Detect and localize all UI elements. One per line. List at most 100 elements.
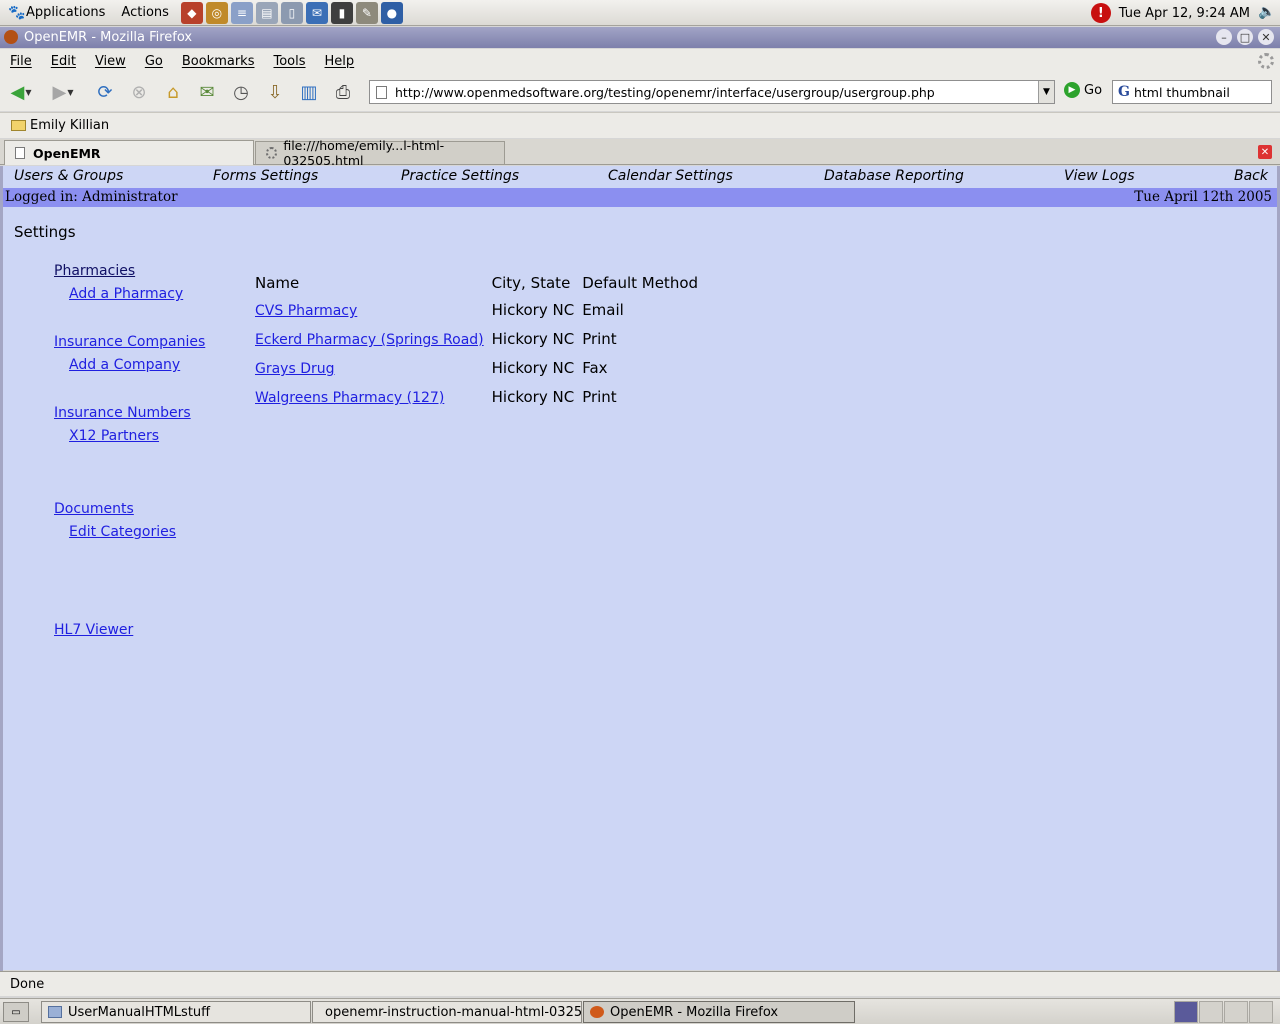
forward-history-dropdown-icon[interactable]: ▼ (67, 88, 73, 97)
history-button[interactable]: ◷ (228, 79, 254, 105)
minimize-icon[interactable]: – (1216, 29, 1232, 45)
pharmacy-link[interactable]: Eckerd Pharmacy (Springs Road) (255, 332, 484, 348)
nav-view-logs[interactable]: View Logs (1064, 168, 1135, 184)
sidebar-link-insurance-numbers[interactable]: Insurance Numbers (54, 405, 191, 421)
workspace-3[interactable] (1224, 1001, 1248, 1023)
menu-view[interactable]: View (95, 54, 126, 69)
table-row: Walgreens Pharmacy (127) Hickory NC Prin… (253, 383, 704, 412)
throbber-icon (1258, 53, 1274, 69)
menu-bookmarks[interactable]: Bookmarks (182, 54, 255, 69)
column-header-city-state: City, State (491, 274, 571, 292)
sidebar-link-insurance-companies[interactable]: Insurance Companies (54, 334, 205, 350)
url-bar[interactable]: ▼ (369, 80, 1055, 104)
impress-launcher-icon[interactable]: ▤ (255, 1, 278, 24)
applications-menu[interactable]: 🐾 Applications (0, 0, 113, 26)
table-row: Grays Drug Hickory NC Fax (253, 354, 704, 383)
go-label: Go (1084, 82, 1103, 98)
menu-file[interactable]: File (10, 54, 32, 69)
url-history-dropdown-icon[interactable]: ▼ (1038, 81, 1054, 103)
window-titlebar[interactable]: OpenEMR - Mozilla Firefox – □ ✕ (0, 27, 1280, 48)
go-arrow-icon: ▶ (1064, 82, 1080, 98)
firefox-launcher-icon[interactable]: ● (380, 1, 403, 24)
nav-users-groups[interactable]: Users & Groups (14, 168, 123, 184)
maximize-icon[interactable]: □ (1237, 29, 1253, 45)
home-icon: ⌂ (167, 81, 179, 103)
taskbar-item-firefox[interactable]: OpenEMR - Mozilla Firefox (583, 1001, 855, 1023)
tab-manual-file[interactable]: file:///home/emily...l-html-032505.html (255, 138, 505, 168)
window-title: OpenEMR - Mozilla Firefox (24, 30, 193, 45)
home-button[interactable]: ⌂ (160, 79, 186, 105)
pharmacy-link[interactable]: Walgreens Pharmacy (127) (255, 390, 444, 406)
menu-help[interactable]: Help (325, 54, 355, 69)
bookmark-folder-emily-killian[interactable]: Emily Killian (30, 118, 109, 133)
update-alert-icon[interactable]: ! (1090, 3, 1111, 23)
compass-launcher-icon[interactable]: ◎ (205, 1, 228, 24)
panel-tray: ! Tue Apr 12, 9:24 AM 🔈 (1090, 0, 1275, 26)
taskbar-item-writer[interactable]: openemr-instruction-manual-html-032505.h (312, 1001, 582, 1023)
current-date: Tue April 12th 2005 (1134, 189, 1272, 205)
workspace-4[interactable] (1249, 1001, 1273, 1023)
tab-openemr[interactable]: OpenEMR (4, 140, 254, 165)
sidebar-link-documents[interactable]: Documents (54, 501, 134, 517)
sidebar-link-edit-categories[interactable]: Edit Categories (69, 524, 176, 540)
pinball-launcher-icon[interactable]: ◆ (180, 1, 203, 24)
thunderbird-launcher-icon[interactable]: ✉ (305, 1, 328, 24)
table-cell: Print (582, 330, 617, 348)
table-cell: CVS Pharmacy (253, 296, 490, 325)
menu-edit[interactable]: Edit (51, 54, 76, 69)
actions-menu[interactable]: Actions (113, 0, 177, 26)
table-cell: Email (582, 301, 624, 319)
close-tab-icon[interactable]: ✕ (1258, 145, 1272, 159)
show-desktop-button[interactable]: ▭ (3, 1002, 29, 1022)
downloads-icon: ⇩ (267, 81, 283, 103)
google-search-icon[interactable]: G (1118, 84, 1130, 100)
back-history-dropdown-icon[interactable]: ▼ (25, 88, 31, 97)
loading-icon (266, 147, 278, 159)
nav-database-reporting[interactable]: Database Reporting (824, 168, 964, 184)
workspace-1[interactable] (1174, 1001, 1198, 1023)
table-header-row: Name City, State Default Method (253, 274, 704, 296)
back-button[interactable]: ◀ ▼ (8, 79, 34, 105)
gimp-launcher-icon[interactable]: ✎ (355, 1, 378, 24)
forward-button[interactable]: ▶ ▼ (50, 79, 76, 105)
menu-tools[interactable]: Tools (273, 54, 305, 69)
workspace-2[interactable] (1199, 1001, 1223, 1023)
search-box[interactable]: G (1112, 80, 1272, 104)
go-button[interactable]: ▶ Go (1064, 82, 1102, 98)
sidebar-link-add-company[interactable]: Add a Company (69, 357, 180, 373)
downloads-button[interactable]: ⇩ (262, 79, 288, 105)
close-window-icon[interactable]: ✕ (1258, 29, 1274, 45)
stop-button[interactable]: ⊗ (126, 79, 152, 105)
writer-launcher-icon[interactable]: ≡ (230, 1, 253, 24)
gnome-top-panel: 🐾 Applications Actions ◆ ◎ ≡ ▤ ▯ ✉ ▮ ✎ ●… (0, 0, 1280, 26)
bookmarks-button[interactable]: ▥ (296, 79, 322, 105)
nav-forms-settings[interactable]: Forms Settings (213, 168, 318, 184)
print-button[interactable]: ⎙ (330, 79, 356, 105)
document-launcher-icon[interactable]: ▯ (280, 1, 303, 24)
volume-icon[interactable]: 🔈 (1258, 4, 1275, 22)
sidebar-link-hl7-viewer[interactable]: HL7 Viewer (54, 622, 133, 638)
back-arrow-icon: ◀ (10, 81, 25, 103)
search-input[interactable] (1133, 84, 1262, 100)
panel-clock[interactable]: Tue Apr 12, 9:24 AM (1119, 6, 1250, 21)
reload-button[interactable]: ⟳ (92, 79, 118, 105)
new-mail-button[interactable]: ✉ (194, 79, 220, 105)
nav-practice-settings[interactable]: Practice Settings (401, 168, 519, 184)
table-cell: Hickory NC (491, 330, 575, 348)
gnome-bottom-panel: ▭ UserManualHTMLstuff openemr-instructio… (0, 998, 1280, 1024)
pharmacy-link[interactable]: CVS Pharmacy (255, 303, 357, 319)
tab-bar: OpenEMR file:///home/emily...l-html-0325… (0, 138, 1280, 168)
taskbar-item-file-manager[interactable]: UserManualHTMLstuff (41, 1001, 311, 1023)
menu-go[interactable]: Go (145, 54, 163, 69)
task-label: openemr-instruction-manual-html-032505.h (325, 1004, 582, 1020)
sidebar-link-pharmacies[interactable]: Pharmacies (54, 263, 135, 279)
sidebar-link-add-pharmacy[interactable]: Add a Pharmacy (69, 286, 183, 302)
url-input[interactable] (395, 84, 1038, 100)
browser-status-bar: Done (0, 971, 1280, 996)
terminal-launcher-icon[interactable]: ▮ (330, 1, 353, 24)
pharmacy-link[interactable]: Grays Drug (255, 361, 335, 377)
nav-calendar-settings[interactable]: Calendar Settings (608, 168, 733, 184)
firefox-window-icon[interactable] (4, 30, 18, 44)
nav-back[interactable]: Back (1234, 168, 1268, 184)
sidebar-link-x12-partners[interactable]: X12 Partners (69, 428, 159, 444)
